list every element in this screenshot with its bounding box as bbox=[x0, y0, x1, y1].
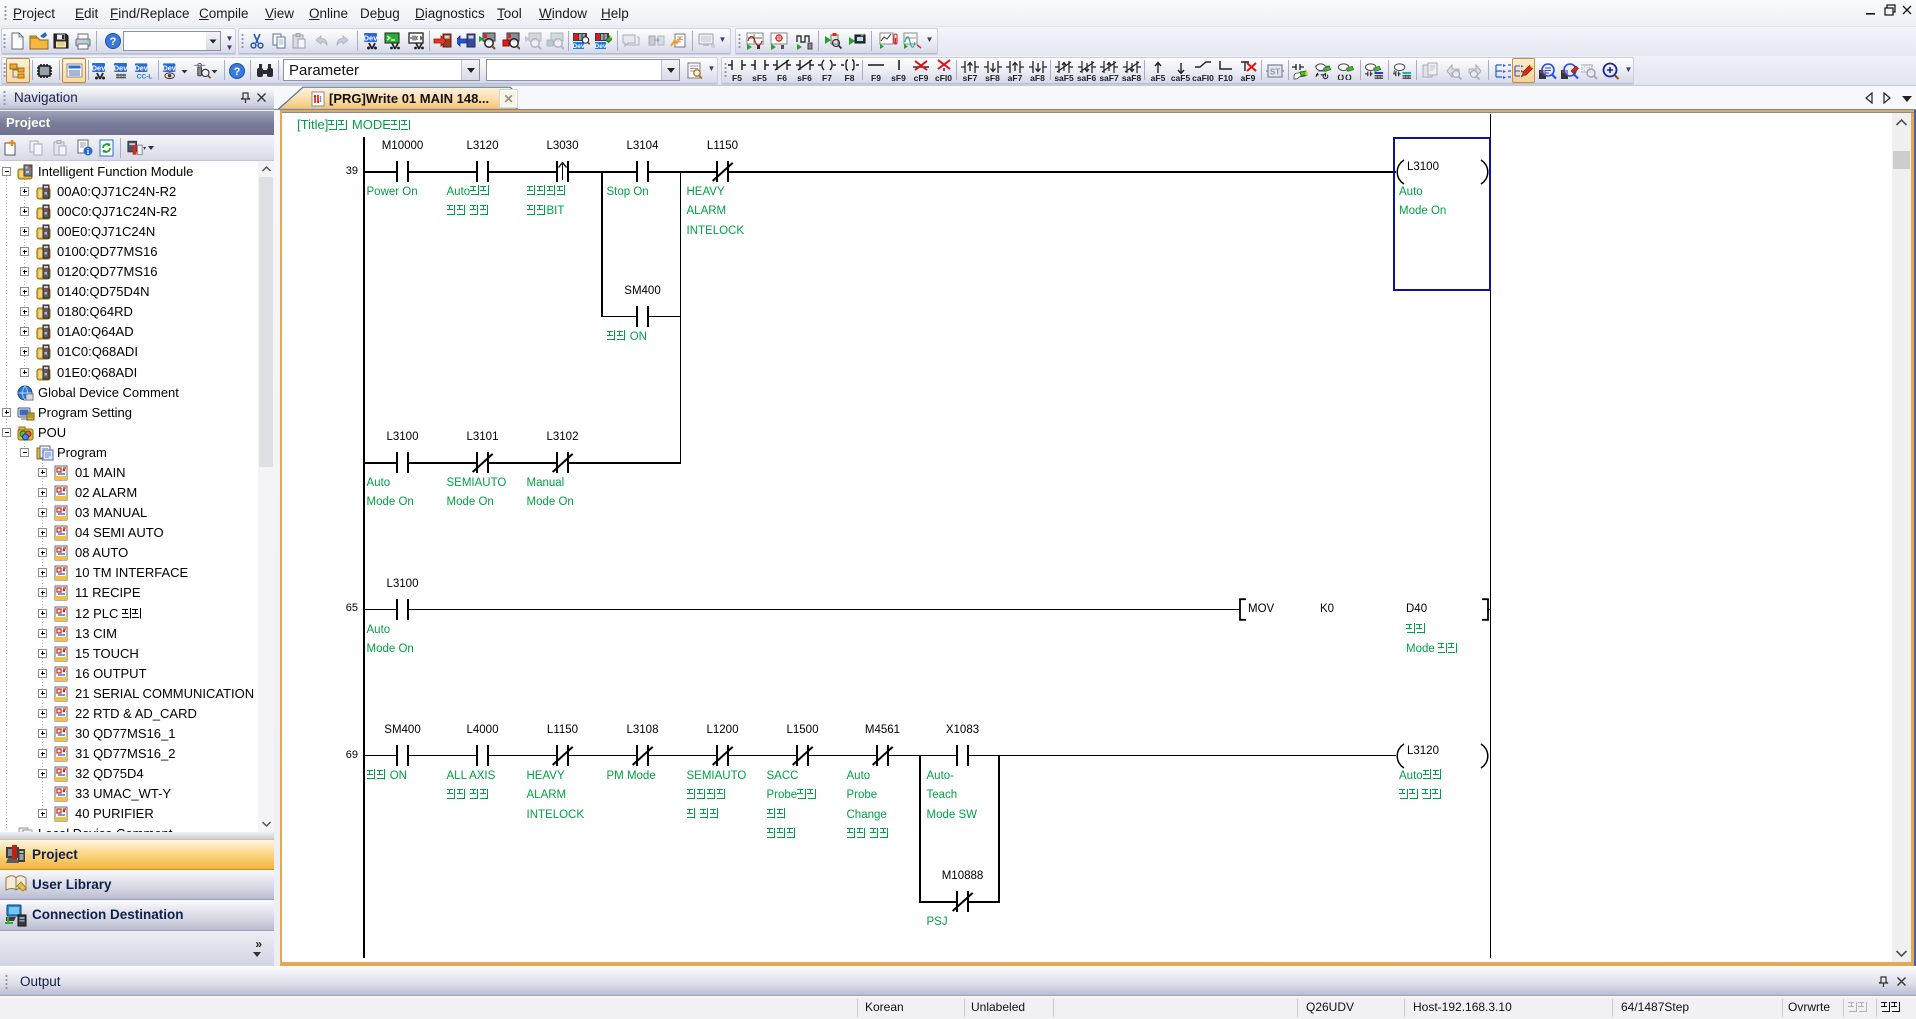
svg-text:Dev: Dev bbox=[113, 64, 128, 73]
svg-text:ST: ST bbox=[1269, 68, 1279, 77]
svg-text:?: ? bbox=[233, 66, 240, 78]
svg-text:Dev: Dev bbox=[594, 43, 606, 50]
svg-text:Dev: Dev bbox=[572, 43, 584, 50]
svg-text:Dev: Dev bbox=[363, 34, 378, 43]
svg-text:CC-L: CC-L bbox=[137, 74, 153, 80]
svg-text:?: ? bbox=[109, 36, 116, 48]
svg-text:Dev: Dev bbox=[135, 65, 148, 73]
svg-text:Dev: Dev bbox=[163, 65, 176, 73]
svg-text:Dev: Dev bbox=[91, 64, 106, 73]
